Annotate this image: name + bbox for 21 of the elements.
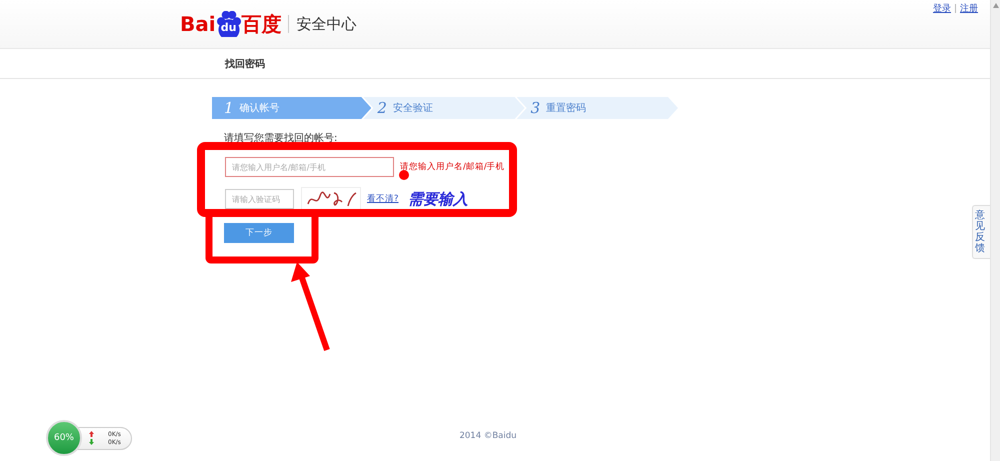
annotation-dot xyxy=(399,170,409,180)
scrollbar[interactable] xyxy=(990,0,1000,461)
page-title: 找回密码 xyxy=(225,58,265,70)
step-indicator: 1 确认帐号 xyxy=(212,97,372,119)
error-message: 请您输入用户名/邮箱/手机 xyxy=(400,161,505,173)
step-indicator: 3 重置密码 xyxy=(516,97,678,119)
download-arrow-icon xyxy=(89,439,94,445)
feedback-tab[interactable]: 意见反馈 xyxy=(972,205,990,259)
step-indicator: 2 安全验证 xyxy=(363,97,525,119)
account-field[interactable]: 请您输入用户名/邮箱/手机 xyxy=(225,157,394,177)
scroll-up-icon[interactable] xyxy=(992,3,998,8)
handwritten-note: 需要输入 xyxy=(408,190,468,209)
top-link[interactable]: 注册 xyxy=(960,2,978,15)
top-link[interactable]: 登录 xyxy=(933,2,951,15)
logo[interactable]: Bai du 百度 xyxy=(180,9,282,39)
captcha-field[interactable]: 请输入验证码 xyxy=(225,189,294,209)
captcha-image xyxy=(301,187,361,211)
site-title: 安全中心 xyxy=(296,14,357,34)
upload-arrow-icon xyxy=(89,431,94,437)
footer-text: 2014 ©Baidu xyxy=(459,431,517,441)
refresh-captcha-link[interactable]: 看不清? xyxy=(367,193,399,205)
